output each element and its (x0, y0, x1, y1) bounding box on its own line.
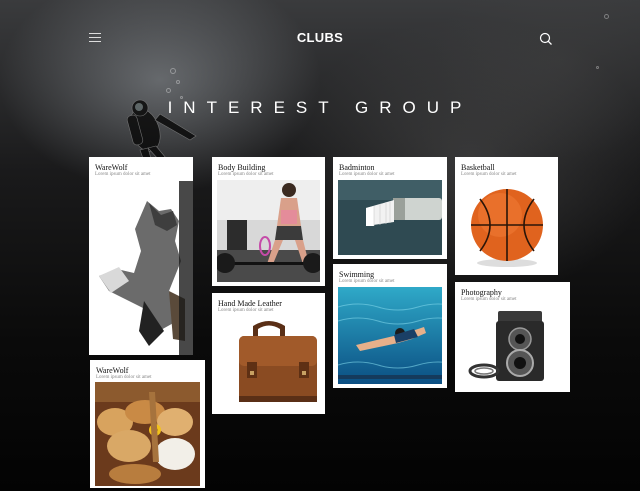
camera-image (460, 305, 565, 388)
card-subtitle: Lorem ipsum dolor sit amet (218, 308, 274, 313)
card-title: WareWolf (96, 366, 129, 375)
bubble (176, 80, 180, 84)
card-title: WareWolf (95, 163, 128, 172)
card-subtitle: Lorem ipsum dolor sit amet (95, 172, 151, 177)
club-card-warewolf-bread[interactable]: WareWolf Lorem ipsum dolor sit amet (90, 360, 205, 488)
bubble (166, 88, 171, 93)
card-title: Badminton (339, 163, 375, 172)
card-subtitle: Lorem ipsum dolor sit amet (461, 297, 517, 302)
body-building-image (217, 180, 320, 282)
basketball-image (460, 181, 553, 271)
search-icon (539, 32, 552, 45)
club-card-hand-made-leather[interactable]: Hand Made Leather Lorem ipsum dolor sit … (212, 293, 325, 414)
card-title: Swimming (339, 270, 375, 279)
club-card-swimming[interactable]: Swimming Lorem ipsum dolor sit amet (333, 264, 447, 388)
leather-bag-image (217, 316, 320, 410)
card-title: Photography (461, 288, 502, 297)
search-button[interactable] (539, 31, 553, 45)
bubble (604, 14, 609, 19)
card-subtitle: Lorem ipsum dolor sit amet (461, 172, 517, 177)
badminton-image (338, 180, 442, 255)
club-card-photography[interactable]: Photography Lorem ipsum dolor sit amet (455, 282, 570, 392)
card-subtitle: Lorem ipsum dolor sit amet (218, 172, 274, 177)
club-card-basketball[interactable]: Basketball Lorem ipsum dolor sit amet (455, 157, 558, 275)
club-card-warewolf[interactable]: WareWolf Lorem ipsum dolor sit amet (89, 157, 193, 355)
club-card-badminton[interactable]: Badminton Lorem ipsum dolor sit amet (333, 157, 447, 259)
bubble (170, 68, 176, 74)
card-title: Body Building (218, 163, 266, 172)
werewolf-image (89, 181, 193, 355)
bread-image (95, 382, 200, 486)
swimming-image (338, 287, 442, 384)
card-title: Basketball (461, 163, 495, 172)
card-subtitle: Lorem ipsum dolor sit amet (339, 279, 395, 284)
card-subtitle: Lorem ipsum dolor sit amet (96, 375, 152, 380)
card-subtitle: Lorem ipsum dolor sit amet (339, 172, 395, 177)
card-title: Hand Made Leather (218, 299, 282, 308)
club-card-body-building[interactable]: Body Building Lorem ipsum dolor sit amet (212, 157, 325, 286)
section-heading: INTEREST GROUP (167, 98, 473, 117)
bubble (596, 66, 599, 69)
